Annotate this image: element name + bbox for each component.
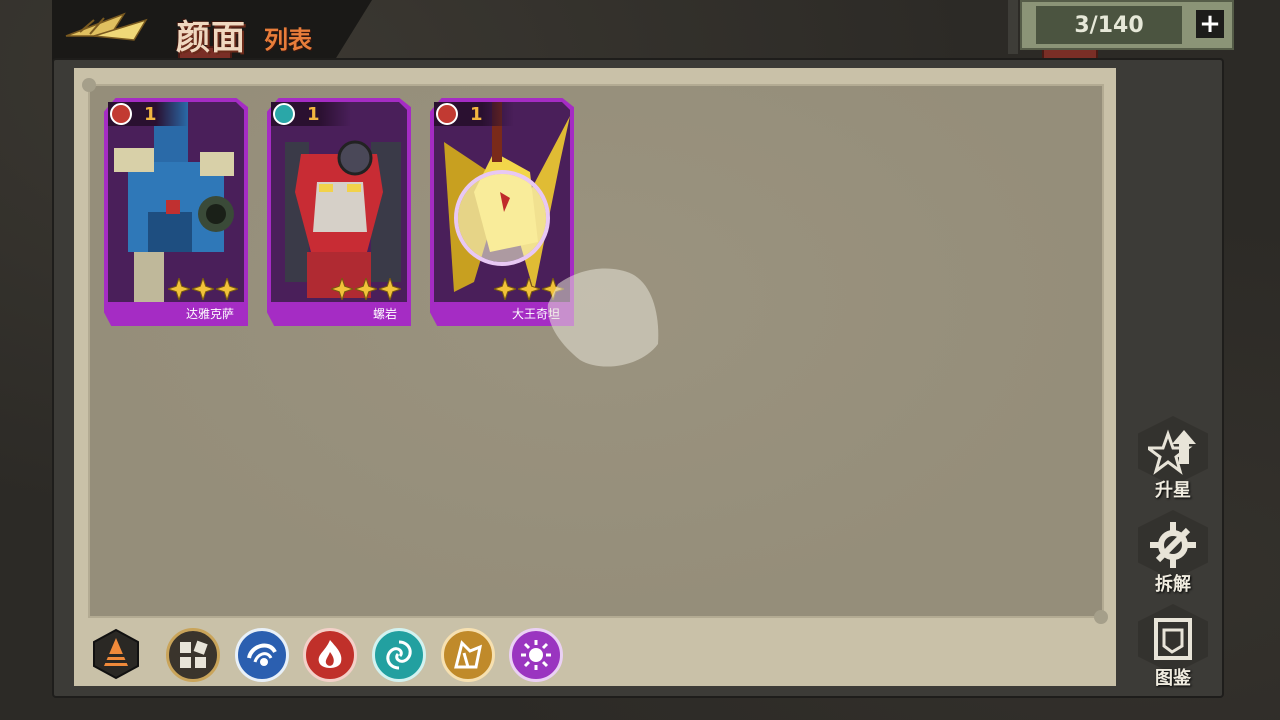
star-icon xyxy=(216,278,238,300)
sort-order-icon xyxy=(93,628,139,680)
filter-earth-button[interactable] xyxy=(441,628,495,682)
card-level: 1 xyxy=(470,104,483,125)
pin-icon xyxy=(82,78,96,92)
wind-icon xyxy=(386,640,412,670)
mech-card[interactable]: 1 螺岩 xyxy=(267,98,411,326)
star-icon xyxy=(518,278,540,300)
star-icon xyxy=(494,278,516,300)
filter-fire-button[interactable] xyxy=(303,628,357,682)
star-icon xyxy=(192,278,214,300)
codex-button[interactable]: 图鉴 xyxy=(1138,604,1208,689)
wrench-icon xyxy=(1150,522,1196,568)
wind-element-icon xyxy=(273,103,295,125)
back-button[interactable] xyxy=(64,8,148,46)
mech-portrait xyxy=(108,102,244,302)
mech-card[interactable]: 1 达雅克萨 xyxy=(104,98,248,326)
star-up-icon xyxy=(1148,429,1196,475)
expand-capacity-button[interactable]: + xyxy=(1196,9,1224,39)
page-title: 颜面 xyxy=(176,18,246,58)
card-level: 1 xyxy=(144,104,157,125)
star-rating xyxy=(168,278,238,300)
star-up-button[interactable]: 升星 xyxy=(1138,416,1208,501)
star-icon xyxy=(379,278,401,300)
fire-element-icon xyxy=(110,103,132,125)
fire-icon xyxy=(318,640,342,668)
counter-pole xyxy=(1008,0,1018,54)
earth-icon xyxy=(454,640,483,669)
card-name: 达雅克萨 xyxy=(185,306,234,321)
star-icon xyxy=(168,278,190,300)
back-arrow-icon xyxy=(65,12,148,41)
book-icon xyxy=(1154,618,1192,660)
filter-all-button[interactable] xyxy=(166,628,220,682)
water-icon xyxy=(247,643,277,666)
light-icon xyxy=(521,640,551,670)
filter-water-button[interactable] xyxy=(235,628,289,682)
star-icon xyxy=(331,278,353,300)
card-name: 螺岩 xyxy=(372,306,397,321)
disassemble-button[interactable]: 拆解 xyxy=(1138,510,1208,595)
pin-icon xyxy=(1094,610,1108,624)
star-up-label: 升星 xyxy=(1155,480,1191,501)
capacity-counter: 3/140 xyxy=(1036,6,1182,44)
fire-element-icon xyxy=(436,103,458,125)
filter-light-button[interactable] xyxy=(509,628,563,682)
star-icon xyxy=(355,278,377,300)
codex-label: 图鉴 xyxy=(1155,668,1191,689)
filter-wind-button[interactable] xyxy=(372,628,426,682)
all-icon xyxy=(180,640,208,668)
disassemble-label: 拆解 xyxy=(1155,574,1191,595)
tutorial-hand-icon xyxy=(547,268,659,367)
sort-button[interactable] xyxy=(92,628,140,680)
mech-portrait xyxy=(271,102,407,302)
star-rating xyxy=(331,278,401,300)
card-level: 1 xyxy=(307,104,320,125)
page-subtitle: 列表 xyxy=(264,26,312,54)
